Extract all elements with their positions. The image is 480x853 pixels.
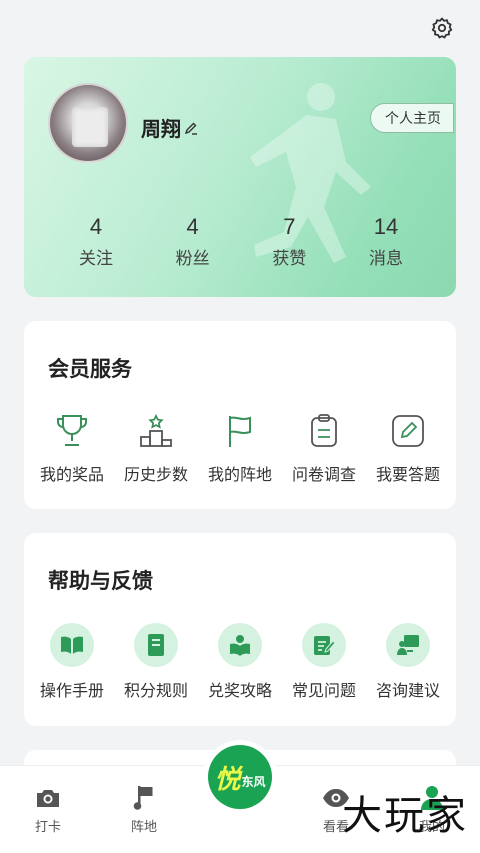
item-label: 咨询建议 bbox=[375, 683, 440, 700]
item-label: 积分规则 bbox=[123, 683, 188, 700]
edit-note-icon bbox=[302, 623, 346, 667]
section-title: 帮助与反馈 bbox=[48, 570, 153, 593]
manual-item[interactable]: 操作手册 bbox=[30, 623, 114, 701]
faq-item[interactable]: 常见问题 bbox=[282, 623, 366, 701]
item-label: 常见问题 bbox=[291, 683, 356, 700]
avatar-image bbox=[72, 107, 108, 147]
pencil-icon bbox=[388, 411, 428, 451]
flag-music-icon bbox=[130, 784, 158, 812]
member-services-section: 会员服务 我的奖品 历史步数 我的阵地 问卷调查 我要答题 bbox=[24, 321, 456, 509]
stats-row: 4 关注 4 粉丝 7 获赞 14 消息 bbox=[48, 212, 434, 269]
member-services-grid: 我的奖品 历史步数 我的阵地 问卷调查 我要答题 bbox=[24, 411, 456, 485]
tab-checkin[interactable]: 打卡 bbox=[0, 766, 96, 853]
item-label: 我的阵地 bbox=[207, 467, 272, 484]
avatar[interactable] bbox=[48, 83, 128, 163]
item-label: 兑奖攻略 bbox=[207, 683, 272, 700]
points-rules-item[interactable]: 积分规则 bbox=[114, 623, 198, 701]
stat-label: 粉丝 bbox=[175, 249, 210, 268]
consult-suggest-item[interactable]: 咨询建议 bbox=[366, 623, 450, 701]
stat-followers[interactable]: 4 粉丝 bbox=[145, 212, 241, 269]
edit-pencil-icon[interactable] bbox=[183, 120, 199, 136]
logo-text-small: 东风 bbox=[241, 774, 266, 789]
camera-icon bbox=[34, 784, 62, 812]
stat-value: 7 bbox=[283, 214, 296, 239]
trophy-icon bbox=[52, 411, 92, 451]
flag-icon bbox=[220, 411, 260, 451]
personal-homepage-button[interactable]: 个人主页 bbox=[370, 103, 454, 133]
stat-messages[interactable]: 14 消息 bbox=[338, 212, 434, 269]
history-steps-item[interactable]: 历史步数 bbox=[114, 411, 198, 485]
settings-gear-icon[interactable] bbox=[428, 14, 456, 42]
app-logo[interactable]: 悦 东风 bbox=[203, 740, 277, 814]
book-icon bbox=[134, 623, 178, 667]
stat-label: 消息 bbox=[368, 249, 403, 268]
tab-label: 阵地 bbox=[130, 819, 157, 834]
stat-value: 4 bbox=[89, 214, 103, 239]
book-open-icon bbox=[50, 623, 94, 667]
help-feedback-section: 帮助与反馈 操作手册 积分规则 兑奖攻略 常见问题 咨询建议 bbox=[24, 533, 456, 726]
stat-value: 4 bbox=[186, 214, 199, 239]
questionnaire-item[interactable]: 问卷调查 bbox=[282, 411, 366, 485]
item-label: 操作手册 bbox=[39, 683, 104, 700]
podium-icon bbox=[136, 411, 176, 451]
profile-card: 周翔 个人主页 4 关注 4 粉丝 7 获赞 14 消息 bbox=[24, 57, 456, 297]
my-prizes-item[interactable]: 我的奖品 bbox=[30, 411, 114, 485]
answer-quiz-item[interactable]: 我要答题 bbox=[366, 411, 450, 485]
tab-home-logo[interactable]: 悦 东风 bbox=[192, 740, 288, 853]
my-position-item[interactable]: 我的阵地 bbox=[198, 411, 282, 485]
help-feedback-grid: 操作手册 积分规则 兑奖攻略 常见问题 咨询建议 bbox=[24, 623, 456, 701]
redeem-guide-item[interactable]: 兑奖攻略 bbox=[198, 623, 282, 701]
stat-label: 获赞 bbox=[272, 249, 307, 268]
watermark-text: 大玩家 bbox=[342, 793, 468, 839]
tab-label: 打卡 bbox=[34, 819, 61, 834]
tab-position[interactable]: 阵地 bbox=[96, 766, 192, 853]
item-label: 问卷调查 bbox=[291, 467, 356, 484]
item-label: 我要答题 bbox=[375, 467, 440, 484]
stat-label: 关注 bbox=[79, 249, 113, 268]
section-title: 会员服务 bbox=[48, 358, 132, 381]
stat-likes[interactable]: 7 获赞 bbox=[241, 212, 337, 269]
username: 周翔 bbox=[141, 113, 199, 142]
clipboard-icon bbox=[304, 411, 344, 451]
stat-value: 14 bbox=[373, 214, 399, 239]
item-label: 我的奖品 bbox=[39, 467, 104, 484]
app-logo-inner: 悦 东风 bbox=[208, 745, 272, 809]
username-text: 周翔 bbox=[141, 119, 181, 141]
logo-text-big: 悦 bbox=[214, 763, 241, 794]
stat-following[interactable]: 4 关注 bbox=[48, 212, 144, 269]
item-label: 历史步数 bbox=[123, 467, 188, 484]
presenter-icon bbox=[386, 623, 430, 667]
reader-icon bbox=[218, 623, 262, 667]
